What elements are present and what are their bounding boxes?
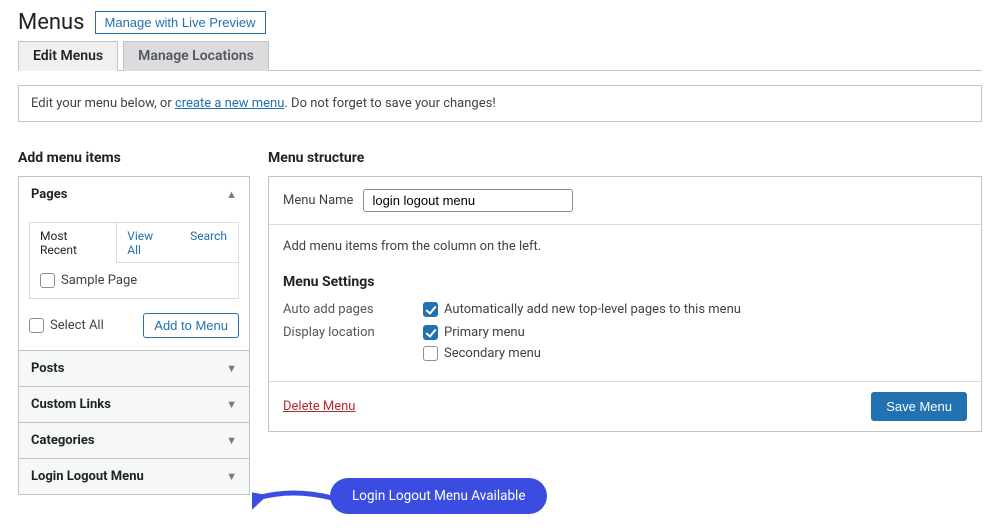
accordion-header-login-logout-menu[interactable]: Login Logout Menu ▼ xyxy=(19,459,249,494)
select-all-label: Select All xyxy=(50,318,104,333)
display-location-label: Display location xyxy=(283,325,423,340)
chevron-down-icon: ▼ xyxy=(226,362,237,375)
accordion-header-posts[interactable]: Posts ▼ xyxy=(19,351,249,386)
tab-manage-locations[interactable]: Manage Locations xyxy=(123,41,269,71)
accordion-header-pages[interactable]: Pages ▲ xyxy=(19,177,249,212)
chevron-down-icon: ▼ xyxy=(226,434,237,447)
chevron-down-icon: ▼ xyxy=(226,470,237,483)
accordion: Pages ▲ Most Recent View All Search Samp… xyxy=(18,176,250,495)
select-all-checkbox[interactable] xyxy=(29,318,44,333)
page-title: Menus xyxy=(18,10,85,35)
notice-text-pre: Edit your menu below, or xyxy=(31,96,175,111)
accordion-label: Login Logout Menu xyxy=(31,469,144,484)
auto-add-pages-checkbox[interactable] xyxy=(423,302,438,317)
menu-structure-heading: Menu structure xyxy=(268,150,982,166)
page-item-checkbox[interactable] xyxy=(40,273,55,288)
primary-menu-text: Primary menu xyxy=(444,325,525,340)
pages-tab-view-all[interactable]: View All xyxy=(116,222,180,263)
arrow-icon xyxy=(252,484,342,514)
delete-menu-link[interactable]: Delete Menu xyxy=(283,399,355,414)
pages-tab-search[interactable]: Search xyxy=(179,222,238,263)
accordion-label: Categories xyxy=(31,433,95,448)
menu-name-input[interactable] xyxy=(363,189,573,212)
edit-notice: Edit your menu below, or create a new me… xyxy=(18,85,982,122)
page-item-sample-page[interactable]: Sample Page xyxy=(40,273,228,288)
manage-live-preview-button[interactable]: Manage with Live Preview xyxy=(95,11,266,34)
accordion-header-custom-links[interactable]: Custom Links ▼ xyxy=(19,387,249,422)
chevron-down-icon: ▼ xyxy=(226,398,237,411)
tab-edit-menus[interactable]: Edit Menus xyxy=(18,41,118,71)
auto-add-pages-option[interactable]: Automatically add new top-level pages to… xyxy=(423,302,741,317)
menu-name-label: Menu Name xyxy=(283,193,353,208)
select-all-row[interactable]: Select All xyxy=(29,318,104,333)
accordion-header-categories[interactable]: Categories ▼ xyxy=(19,423,249,458)
notice-text-post: . Do not forget to save your changes! xyxy=(284,96,495,111)
menu-settings-heading: Menu Settings xyxy=(283,274,967,290)
display-location-secondary[interactable]: Secondary menu xyxy=(423,346,541,361)
accordion-body-pages: Most Recent View All Search Sample Page xyxy=(19,212,249,350)
chevron-up-icon: ▲ xyxy=(226,188,237,201)
menu-empty-info: Add menu items from the column on the le… xyxy=(269,225,981,268)
page-item-label: Sample Page xyxy=(61,273,137,288)
secondary-menu-checkbox[interactable] xyxy=(423,346,438,361)
auto-add-pages-label: Auto add pages xyxy=(283,302,423,317)
accordion-label: Posts xyxy=(31,361,64,376)
accordion-label: Custom Links xyxy=(31,397,111,412)
add-to-menu-button[interactable]: Add to Menu xyxy=(143,313,239,338)
display-location-primary[interactable]: Primary menu xyxy=(423,325,541,340)
create-new-menu-link[interactable]: create a new menu xyxy=(175,96,284,111)
accordion-label: Pages xyxy=(31,187,67,202)
add-menu-items-heading: Add menu items xyxy=(18,150,250,166)
save-menu-button[interactable]: Save Menu xyxy=(871,392,967,421)
primary-menu-checkbox[interactable] xyxy=(423,325,438,340)
auto-add-pages-text: Automatically add new top-level pages to… xyxy=(444,302,741,317)
pages-tab-most-recent[interactable]: Most Recent xyxy=(29,222,117,263)
nav-tabs: Edit Menus Manage Locations xyxy=(18,41,982,71)
callout-bubble: Login Logout Menu Available xyxy=(330,478,547,514)
secondary-menu-text: Secondary menu xyxy=(444,346,541,361)
menu-panel: Menu Name Add menu items from the column… xyxy=(268,176,982,432)
